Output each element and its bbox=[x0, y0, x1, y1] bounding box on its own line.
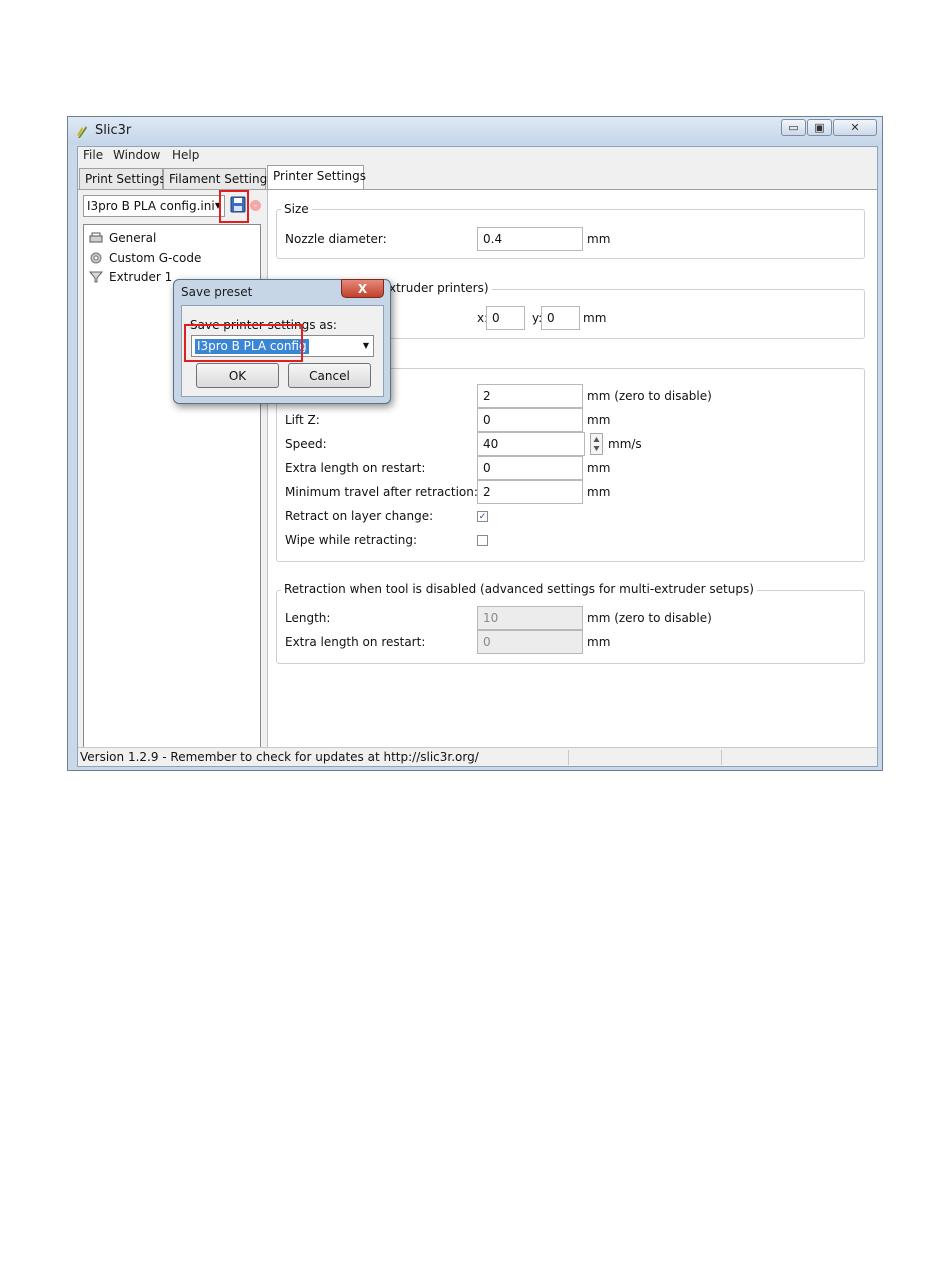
printer-icon bbox=[89, 232, 103, 243]
maximize-icon: ▣ bbox=[814, 121, 825, 134]
status-text: Version 1.2.9 - Remember to check for up… bbox=[80, 750, 479, 764]
tool-disabled-extra-label: Extra length on restart: bbox=[285, 635, 426, 649]
close-icon: X bbox=[357, 281, 368, 296]
tab-printer-settings[interactable]: Printer Settings bbox=[267, 165, 366, 190]
menu-bar: File Window Help bbox=[78, 147, 877, 165]
lift-z-unit: mm bbox=[587, 413, 611, 427]
cancel-button[interactable]: Cancel bbox=[288, 363, 371, 388]
min-travel-unit: mm bbox=[587, 485, 611, 499]
gear-icon bbox=[90, 252, 102, 264]
client-area: File Window Help Print Settings Filament… bbox=[77, 146, 878, 767]
status-separator bbox=[721, 750, 722, 765]
funnel-icon bbox=[89, 271, 103, 283]
preset-select[interactable]: I3pro B PLA config.ini ▼ bbox=[83, 195, 225, 217]
retract-layer-change-label: Retract on layer change: bbox=[285, 509, 434, 523]
nozzle-diameter-input[interactable]: 0.4 bbox=[477, 227, 583, 251]
tree-item-general[interactable]: General bbox=[89, 229, 156, 247]
tool-disabled-extra-unit: mm bbox=[587, 635, 611, 649]
title-bar[interactable]: Slic3r ▭ ▣ ✕ bbox=[68, 117, 882, 145]
extra-length-label: Extra length on restart: bbox=[285, 461, 426, 475]
dialog-title: Save preset bbox=[181, 285, 253, 299]
close-button[interactable]: ✕ bbox=[833, 119, 877, 136]
extra-length-input[interactable]: 0 bbox=[477, 456, 583, 480]
maximize-button[interactable]: ▣ bbox=[807, 119, 832, 136]
minimize-icon: ▭ bbox=[788, 121, 799, 134]
size-group-title: Size bbox=[281, 202, 312, 216]
wipe-label: Wipe while retracting: bbox=[285, 533, 417, 547]
speed-spinner[interactable] bbox=[590, 433, 603, 455]
tab-print-settings[interactable]: Print Settings bbox=[79, 168, 166, 190]
tree-item-custom-gcode[interactable]: Custom G-code bbox=[89, 249, 201, 267]
min-travel-input[interactable]: 2 bbox=[477, 480, 583, 504]
save-preset-dialog: Save preset X Save printer settings as: … bbox=[173, 279, 391, 404]
app-window: Slic3r ▭ ▣ ✕ File Window Help Print Sett… bbox=[67, 116, 883, 771]
tree-item-label: Custom G-code bbox=[109, 251, 202, 265]
ok-button[interactable]: OK bbox=[196, 363, 279, 388]
status-separator bbox=[568, 750, 569, 765]
preset-select-value: I3pro B PLA config.ini bbox=[87, 199, 215, 213]
nozzle-diameter-unit: mm bbox=[587, 232, 611, 246]
slic3r-logo-icon bbox=[77, 126, 87, 138]
highlight-preset-name bbox=[184, 324, 303, 362]
tool-disabled-length-input[interactable]: 10 bbox=[477, 606, 583, 630]
tree-item-label: General bbox=[109, 231, 157, 245]
dialog-close-button[interactable]: X bbox=[341, 279, 384, 298]
tree-item-label: Extruder 1 bbox=[109, 270, 173, 284]
speed-unit: mm/s bbox=[608, 437, 642, 451]
offset-x-input[interactable]: 0 bbox=[486, 306, 525, 330]
min-travel-label: Minimum travel after retraction: bbox=[285, 485, 478, 499]
menu-help[interactable]: Help bbox=[172, 148, 199, 162]
lift-z-input[interactable]: 0 bbox=[477, 408, 583, 432]
offset-y-input[interactable]: 0 bbox=[541, 306, 580, 330]
tool-disabled-length-unit: mm (zero to disable) bbox=[587, 611, 712, 625]
settings-page: Size Nozzle diameter: 0.4 mm xtruder pri… bbox=[267, 190, 877, 766]
nozzle-diameter-label: Nozzle diameter: bbox=[285, 232, 387, 246]
tab-filament-settings[interactable]: Filament Settings bbox=[163, 168, 273, 190]
speed-label: Speed: bbox=[285, 437, 327, 451]
chevron-down-icon: ▼ bbox=[362, 341, 369, 350]
tool-disabled-extra-input[interactable]: 0 bbox=[477, 630, 583, 654]
offset-unit: mm bbox=[583, 311, 607, 325]
spinner-arrows-icon bbox=[593, 437, 600, 451]
close-icon: ✕ bbox=[850, 121, 860, 134]
tool-disabled-length-label: Length: bbox=[285, 611, 331, 625]
retraction-length-unit: mm (zero to disable) bbox=[587, 389, 712, 403]
wipe-checkbox[interactable] bbox=[477, 535, 488, 546]
save-icon[interactable] bbox=[230, 196, 246, 213]
speed-input[interactable]: 40 bbox=[477, 432, 585, 456]
minimize-button[interactable]: ▭ bbox=[781, 119, 806, 136]
checkmark-icon: ✓ bbox=[478, 511, 487, 522]
menu-window[interactable]: Window bbox=[113, 148, 160, 162]
lift-z-label: Lift Z: bbox=[285, 413, 320, 427]
tool-disabled-group-title: Retraction when tool is disabled (advanc… bbox=[281, 582, 757, 596]
delete-preset-icon[interactable]: – bbox=[250, 200, 261, 211]
extra-length-unit: mm bbox=[587, 461, 611, 475]
extruder-offset-group-title: xtruder printers) bbox=[386, 281, 492, 295]
tree-item-extruder-1[interactable]: Extruder 1 bbox=[89, 268, 172, 286]
retraction-length-input[interactable]: 2 bbox=[477, 384, 583, 408]
menu-file[interactable]: File bbox=[83, 148, 103, 162]
status-bar: Version 1.2.9 - Remember to check for up… bbox=[78, 747, 877, 766]
window-title: Slic3r bbox=[95, 123, 132, 138]
retract-layer-change-checkbox[interactable]: ✓ bbox=[477, 511, 488, 522]
